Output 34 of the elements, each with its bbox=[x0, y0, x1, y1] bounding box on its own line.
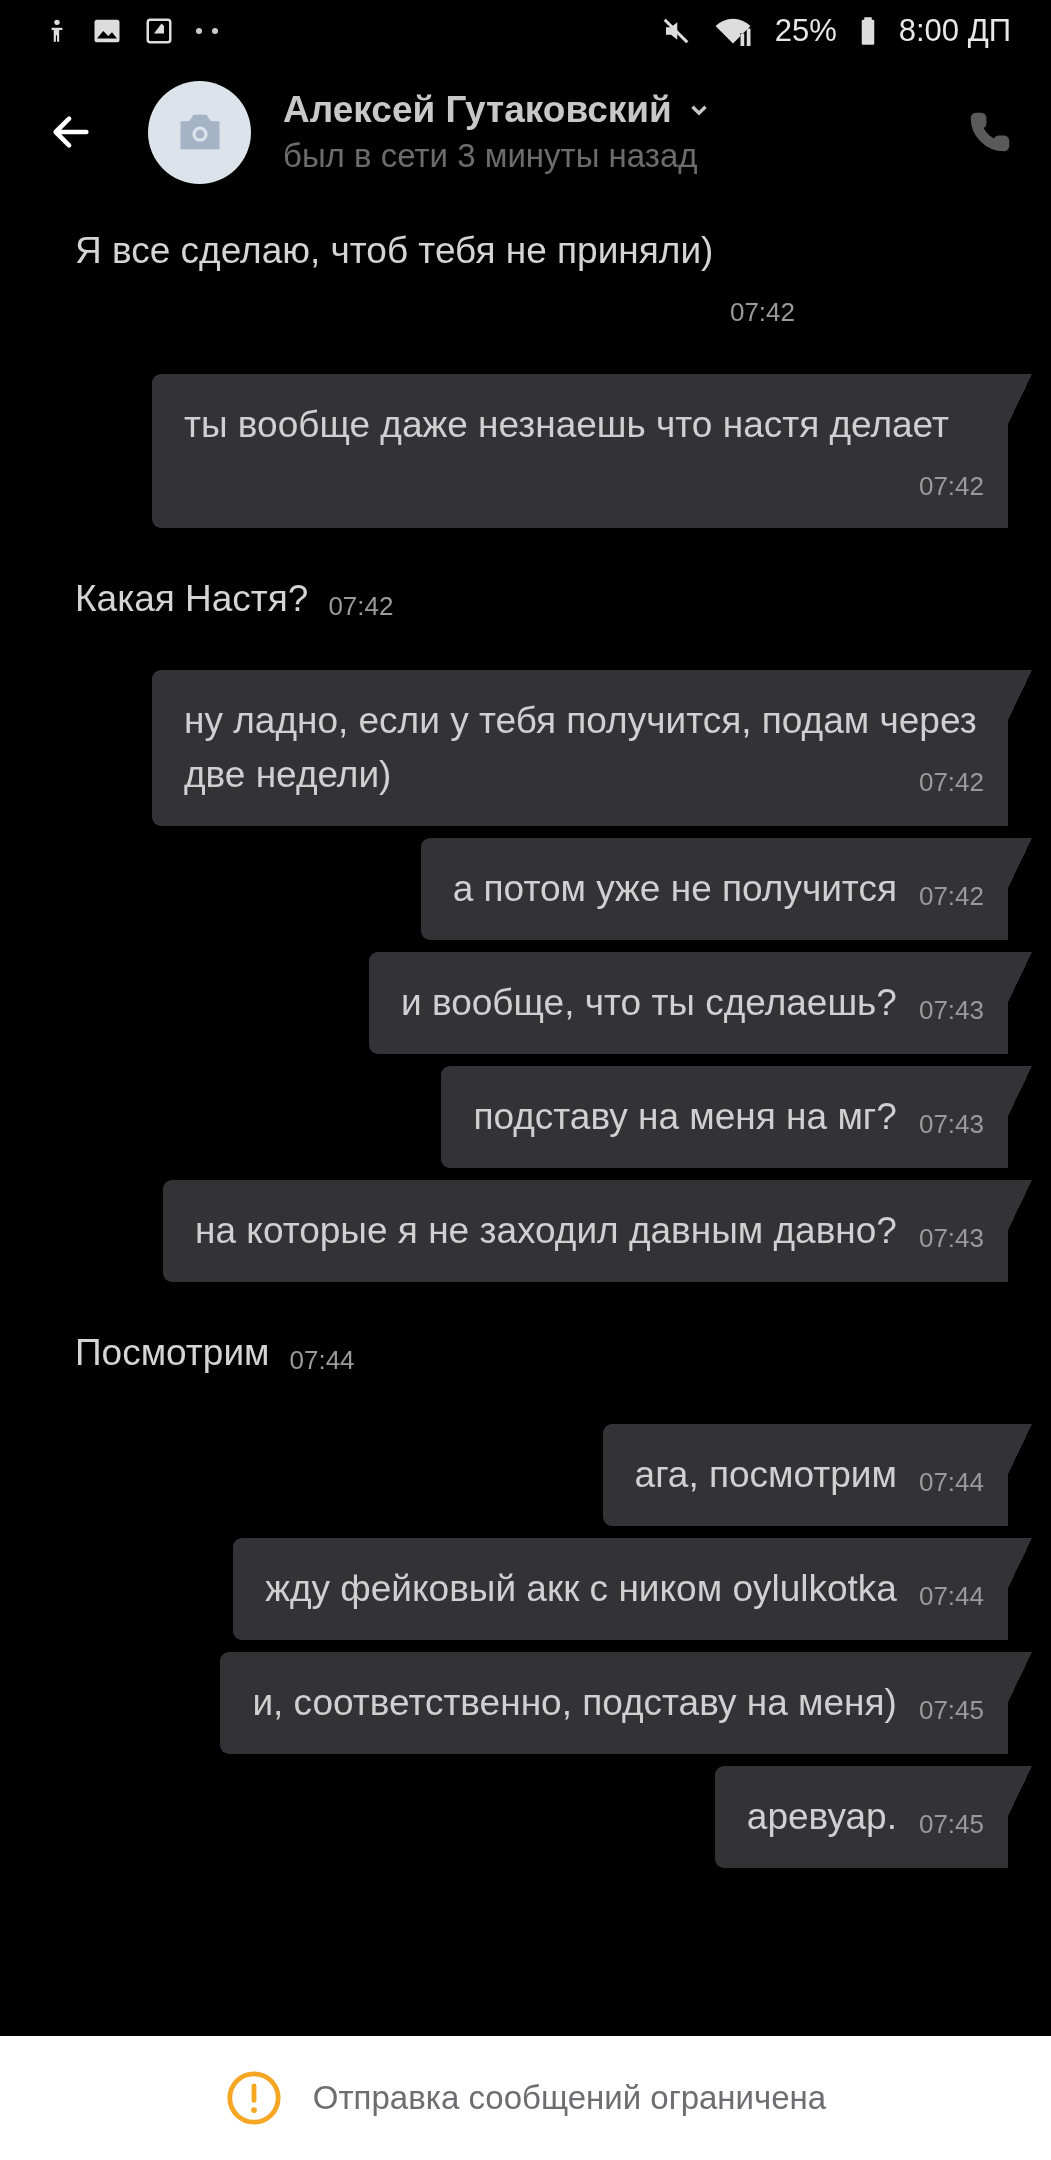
message-time: 07:44 bbox=[918, 1580, 984, 1613]
warning-icon bbox=[224, 2069, 283, 2127]
message-time: 07:43 bbox=[918, 1108, 984, 1141]
more-icon bbox=[196, 28, 218, 34]
battery-percent: 25% bbox=[774, 13, 837, 49]
notice-text: Отправка сообщений ограничена bbox=[312, 2079, 827, 2117]
message-bubble: и, соответственно, подставу на меня) 07:45 bbox=[220, 1652, 1032, 1754]
message-bubble: ты вообще даже незнаешь что настя делает 07:42 bbox=[152, 374, 1032, 528]
message-text: Посмотрим 07:44 bbox=[75, 1326, 355, 1380]
message-time: 07:45 bbox=[918, 1694, 984, 1727]
contact-name[interactable]: Алексей Гутаковский bbox=[283, 89, 672, 131]
last-seen-status: был в сети 3 минуты назад bbox=[283, 137, 699, 175]
message-time: 07:42 bbox=[729, 296, 795, 329]
message-text: Я все сделаю, чтоб тебя не приняли) 07:42 bbox=[75, 224, 795, 330]
message-bubble: подставу на меня на мг? 07:43 bbox=[441, 1066, 1032, 1168]
clock: 8:00 ДП bbox=[898, 13, 1011, 49]
message-time: 07:43 bbox=[918, 994, 984, 1027]
message-time: 07:45 bbox=[918, 1808, 984, 1841]
message-text: Какая Настя? 07:42 bbox=[75, 572, 394, 626]
message-bubble: ну ладно, если у тебя получится, подам через две недели) 07:42 bbox=[152, 670, 1032, 826]
message-bubble: жду фейковый акк с ником oylulkotka 07:44 bbox=[233, 1538, 1032, 1640]
message-time: 07:42 bbox=[328, 590, 394, 623]
message-bubble: аревуар. 07:45 bbox=[714, 1766, 1032, 1868]
message-time: 07:42 bbox=[918, 766, 984, 799]
message-bubble: и вообще, что ты сделаешь? 07:43 bbox=[369, 952, 1032, 1054]
message-time: 07:44 bbox=[918, 1466, 984, 1499]
message-bubble: ага, посмотрим 07:44 bbox=[602, 1424, 1032, 1526]
message-time: 07:44 bbox=[289, 1344, 355, 1377]
message-time: 07:42 bbox=[918, 880, 984, 913]
phone-icon[interactable] bbox=[969, 111, 1011, 153]
message-bubble: а потом уже не получится 07:42 bbox=[420, 838, 1032, 940]
message-time: 07:42 bbox=[918, 470, 984, 503]
message-time: 07:43 bbox=[918, 1222, 984, 1255]
message-bubble: на которые я не заходил давным давно? 07:43 bbox=[163, 1180, 1032, 1282]
